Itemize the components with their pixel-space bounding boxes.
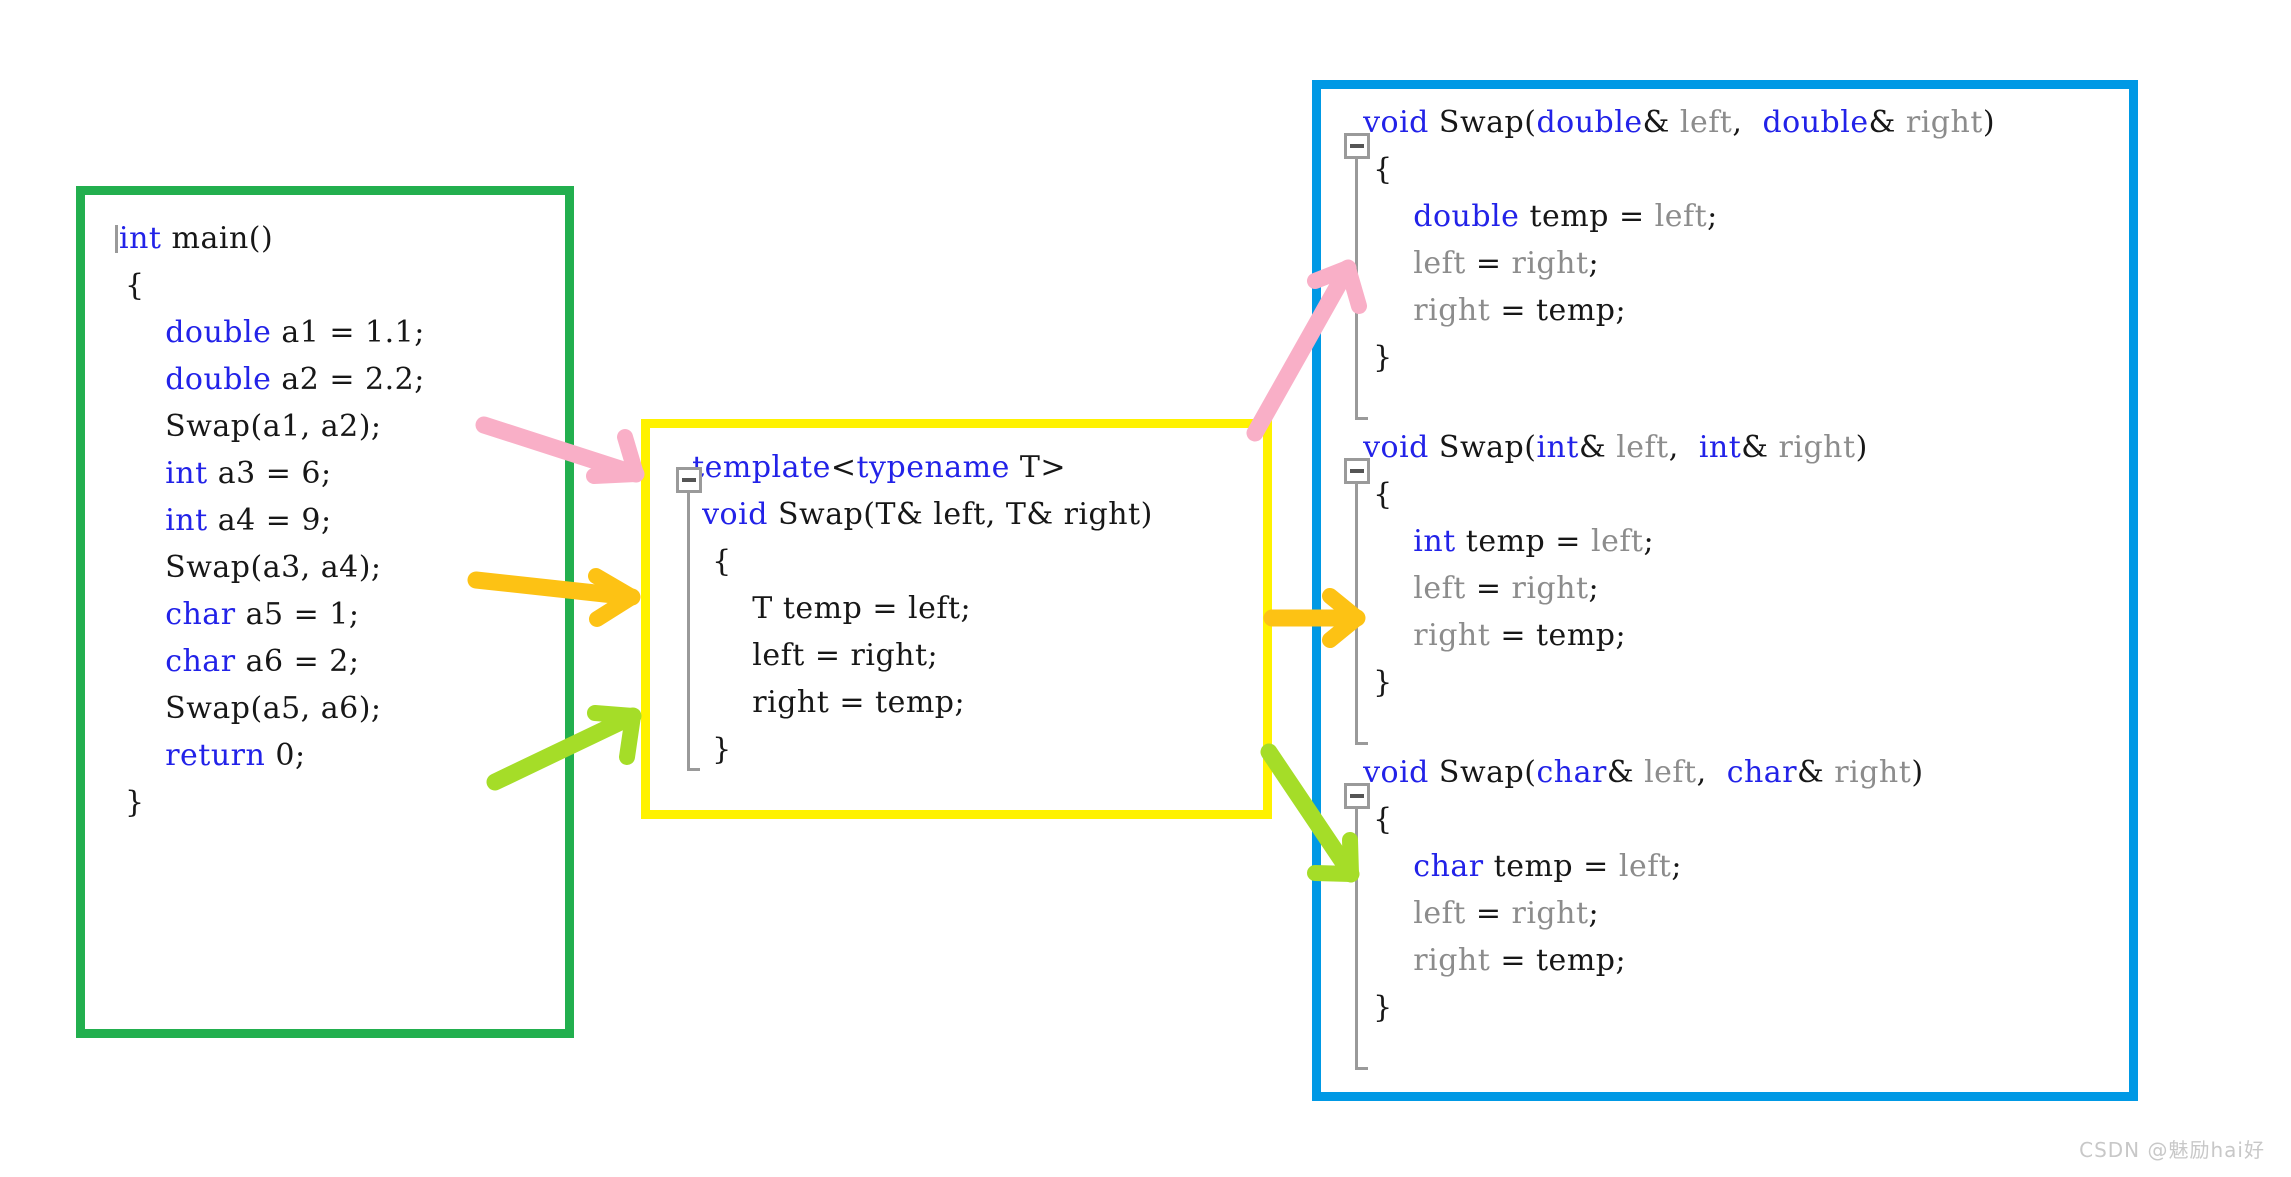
arrow-template-to-swap-int — [1263, 588, 1366, 648]
arrow-call-int-to-template — [467, 568, 641, 627]
arrow-call-double-to-template — [475, 416, 645, 484]
csdn-watermark: CSDN @魅励hai好 — [2079, 1138, 2265, 1162]
diagram-canvas: int main() { double a1 = 1.1; double a2 … — [0, 0, 2291, 1177]
arrow-call-char-to-template — [486, 705, 642, 791]
arrow-layer — [467, 259, 1367, 883]
arrow-template-to-swap-char — [1260, 743, 1360, 883]
arrow-template-to-swap-double — [1246, 259, 1367, 442]
